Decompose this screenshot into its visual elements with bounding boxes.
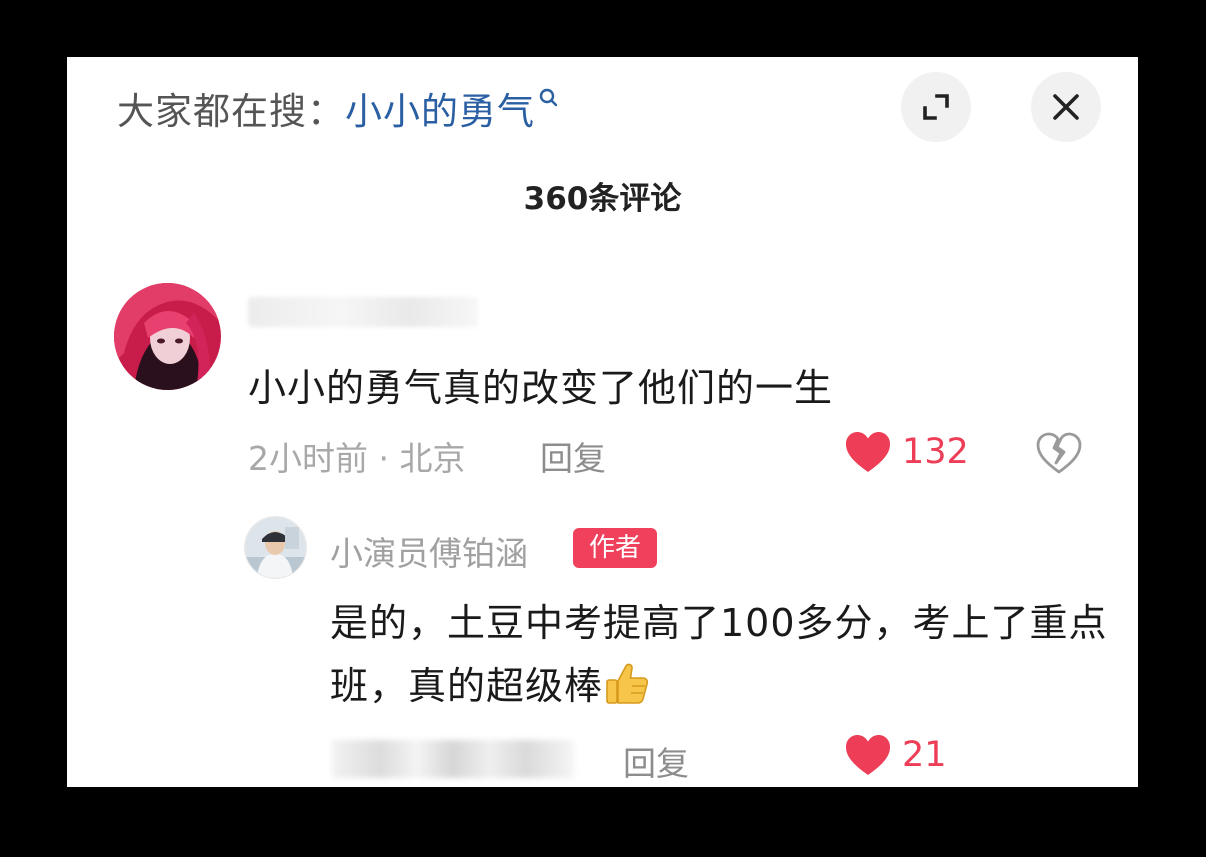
avatar-image <box>245 517 306 578</box>
thumbs-up-icon <box>606 663 649 704</box>
avatar-image <box>114 283 221 390</box>
comment-text: 小小的勇气真的改变了他们的一生 <box>248 366 834 410</box>
commenter-avatar[interactable] <box>114 283 221 390</box>
reply-button[interactable]: 回复 <box>540 432 606 480</box>
search-icon[interactable] <box>537 87 561 117</box>
search-term-link[interactable]: 小小的勇气 <box>345 81 535 135</box>
reply-meta-blurred <box>332 740 574 778</box>
author-avatar[interactable] <box>244 516 307 579</box>
heart-icon <box>846 432 890 472</box>
reply-like-count: 21 <box>902 735 947 775</box>
expand-button[interactable] <box>901 72 971 142</box>
like-button[interactable]: 132 <box>844 430 969 474</box>
comment-meta: 2小时前 · 北京 <box>248 439 466 478</box>
author-badge: 作者 <box>573 528 657 568</box>
heart-icon <box>846 735 890 775</box>
like-count: 132 <box>902 432 969 472</box>
commenter-username-blurred <box>248 297 478 327</box>
reply-text-content: 是的，土豆中考提高了100多分，考上了重点班，真的超级棒 <box>330 601 1108 708</box>
comment-count-title: 360条评论 <box>523 181 682 217</box>
reply-like-button[interactable]: 21 <box>844 733 947 777</box>
author-name[interactable]: 小演员傅铂涵 <box>330 527 528 575</box>
reply-text: 是的，土豆中考提高了100多分，考上了重点班，真的超级棒 <box>330 592 1120 718</box>
search-prefix-label: 大家都在搜： <box>117 90 345 133</box>
close-button[interactable] <box>1031 72 1101 142</box>
search-suggestion[interactable]: 大家都在搜： 小小的勇气 <box>117 83 561 133</box>
expand-icon <box>923 94 949 120</box>
close-icon <box>1053 94 1079 120</box>
comments-panel: 大家都在搜： 小小的勇气 360条评论 小小的勇气真的改变了他们的一生 2小时前… <box>67 57 1138 787</box>
broken-heart-icon[interactable] <box>1035 431 1083 475</box>
reply-button-2[interactable]: 回复 <box>623 737 689 785</box>
